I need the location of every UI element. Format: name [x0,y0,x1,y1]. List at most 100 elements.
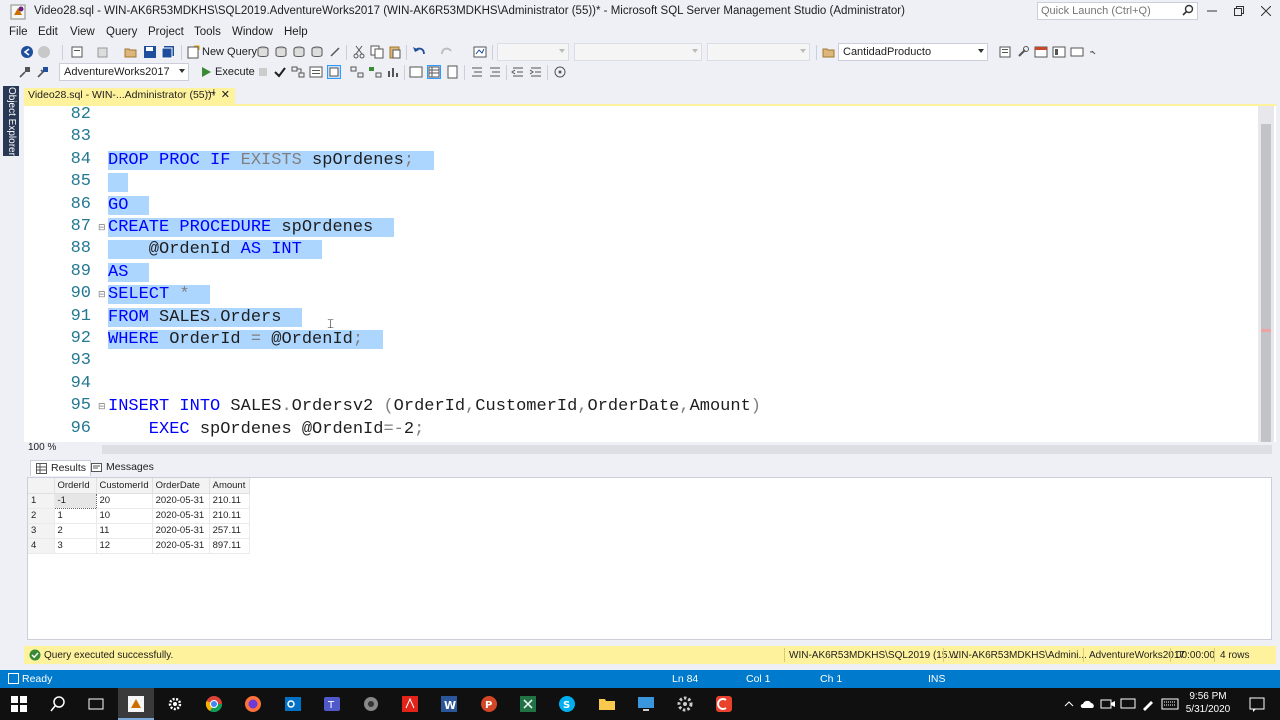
code-line[interactable]: AS [108,262,149,284]
table-row[interactable]: 3 2 11 2020-05-31 257.11 [28,523,250,539]
minimize-button[interactable] [1199,0,1225,22]
object-explorer-icon[interactable] [1052,45,1066,59]
column-header[interactable]: OrderDate [152,478,210,494]
copy-icon[interactable] [370,45,384,59]
quick-launch-input[interactable] [1038,3,1176,19]
results-grid[interactable]: OrderId CustomerId OrderDate Amount 1 -1 20 20… [27,477,1272,640]
code-line[interactable]: WHERE OrderId = @OrdenId; [108,329,384,351]
network-tray-icon[interactable] [1117,693,1139,715]
gear-taskbar-icon[interactable] [674,693,696,715]
table-cell[interactable]: -1 [53,492,97,509]
menu-project[interactable]: Project [148,26,184,38]
code-line[interactable]: DROP PROC IF EXISTS spOrdenes; [108,150,435,172]
collapse-region-icon[interactable]: ⊟ [98,290,106,300]
keyboard-tray-icon[interactable] [1159,693,1181,715]
specify-template-values-icon[interactable] [553,65,567,79]
new-project-icon[interactable] [70,45,84,59]
undo-icon[interactable] [412,45,426,59]
close-tab-icon[interactable]: ✕ [221,88,230,101]
table-row[interactable]: 1 -1 20 2020-05-31 210.11 [28,492,250,509]
results-to-text-icon[interactable] [409,65,423,79]
ssms-taskbar-icon[interactable] [125,693,147,715]
new-query-icon[interactable] [186,45,200,59]
change-connection-icon[interactable] [36,65,50,79]
search-taskbar-icon[interactable] [47,693,69,715]
forward-icon[interactable] [37,45,51,59]
table-cell[interactable]: 210.11 [209,493,250,509]
code-line[interactable] [108,172,129,194]
startup-project-dropdown[interactable] [707,43,810,61]
estimated-plan-icon[interactable] [291,65,305,79]
table-cell[interactable]: 257.11 [209,523,250,539]
table-row[interactable]: 4 3 12 2020-05-31 897.11 [28,538,250,554]
properties-icon[interactable] [998,45,1012,59]
find-in-files-icon[interactable] [822,45,836,59]
column-header[interactable]: CustomerId [96,478,153,494]
code-line[interactable]: SELECT * [108,284,211,306]
column-header[interactable]: OrderId [54,478,97,494]
table-cell[interactable]: 1 [54,508,97,524]
menu-window[interactable]: Window [232,26,273,38]
word-taskbar-icon[interactable]: W [438,693,460,715]
powerpoint-taskbar-icon[interactable]: P [478,693,500,715]
database-engine-query-icon[interactable] [256,45,270,59]
document-tab-video28[interactable]: Video28.sql - WIN-...Administrator (55))… [24,88,235,104]
include-actual-plan-icon[interactable] [350,65,364,79]
cut-icon[interactable] [352,45,366,59]
code-line[interactable]: GO [108,195,149,217]
parse-checkmark-icon[interactable] [273,65,287,79]
save-all-icon[interactable] [161,45,175,59]
monitor-taskbar-icon[interactable] [635,693,657,715]
chrome-taskbar-icon[interactable] [203,693,225,715]
menu-query[interactable]: Query [106,26,137,38]
tab-results[interactable]: Results [30,460,92,476]
comment-out-icon[interactable] [470,65,484,79]
table-cell[interactable]: 2 [54,523,97,539]
teams-taskbar-icon[interactable]: T [321,693,343,715]
execute-button[interactable]: Execute [215,66,255,78]
table-cell[interactable]: 20 [96,493,153,509]
column-header[interactable]: Amount [209,478,250,494]
meet-now-tray-icon[interactable] [1097,693,1119,715]
window-layout-icon[interactable] [1070,45,1084,59]
menu-tools[interactable]: Tools [194,26,221,38]
connect-icon[interactable] [18,65,32,79]
skype-taskbar-icon[interactable]: S [556,693,578,715]
row-number[interactable]: 2 [28,508,55,524]
collapse-region-icon[interactable]: ⊟ [98,223,106,233]
remote-desktop-taskbar-icon[interactable] [360,693,382,715]
activity-monitor-icon[interactable] [473,45,487,59]
menu-file[interactable]: File [9,26,28,38]
menu-view[interactable]: View [70,26,95,38]
table-cell[interactable]: 2020-05-31 [152,538,210,554]
new-query-button[interactable]: New Query [202,46,257,58]
query-options-icon[interactable] [309,65,323,79]
object-explorer-tab[interactable]: Object Explorer [3,86,19,156]
table-cell[interactable]: 2020-05-31 [152,523,210,539]
table-cell[interactable]: 11 [96,523,153,539]
menu-help[interactable]: Help [284,26,308,38]
pen-tray-icon[interactable] [1137,693,1159,715]
toolbar-overflow-icon[interactable] [1088,45,1102,59]
solution-config-dropdown[interactable] [497,43,569,61]
xmla-query-icon[interactable] [328,45,342,59]
table-cell[interactable]: 2020-05-31 [152,493,210,509]
query-editor[interactable]: 82 83 84 85 86 87 ⊟ 88 89 90 ⊟ 91 92 93 94 95 ⊟ 96 DROP P… [24,106,1276,442]
file-explorer-taskbar-icon[interactable] [596,693,618,715]
open-folder-icon[interactable] [124,45,138,59]
search-icon[interactable] [1182,4,1194,19]
close-window-button[interactable] [1253,0,1279,22]
menu-edit[interactable]: Edit [38,26,58,38]
save-icon[interactable] [143,45,157,59]
quick-launch-box[interactable] [1037,2,1198,20]
back-icon[interactable] [20,45,34,59]
add-item-icon[interactable] [96,45,110,59]
code-line[interactable]: CREATE PROCEDURE spOrdenes [108,217,394,239]
dmx-query-icon[interactable] [310,45,324,59]
table-cell[interactable]: 2020-05-31 [152,508,210,524]
settings-taskbar-icon[interactable] [164,693,186,715]
client-statistics-icon[interactable] [386,65,400,79]
table-cell[interactable]: 3 [54,538,97,554]
available-databases-dropdown[interactable]: AdventureWorks2017 [59,63,189,81]
code-line[interactable]: FROM SALES.Orders [108,307,302,329]
